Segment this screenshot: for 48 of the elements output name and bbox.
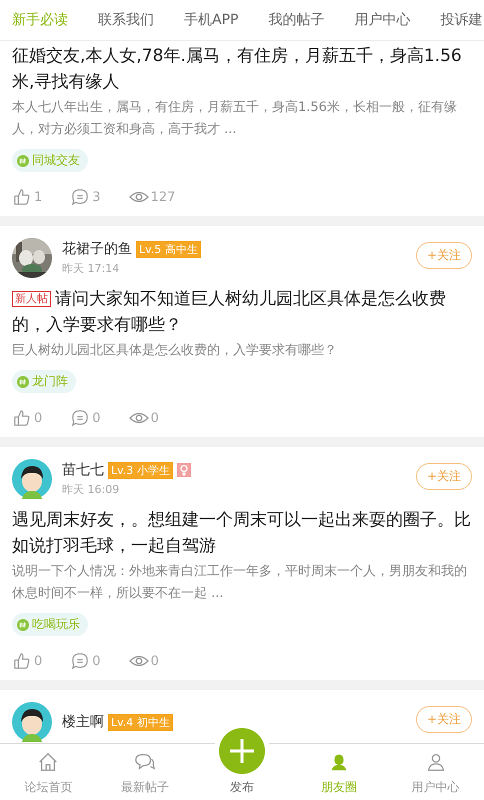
view-count: 127 <box>128 188 176 206</box>
hashtag-icon <box>17 376 29 388</box>
hashtag-icon <box>17 618 29 630</box>
author-name: 楼主啊 <box>62 713 104 731</box>
post-title[interactable]: 遇见周末好友，。想组建一个周末可以一起出来耍的圈子。比如说打羽毛球，一起自驾游 <box>12 507 472 559</box>
nav-tab[interactable]: 联系我们 <box>98 11 154 29</box>
level-badge: Lv.3 小学生 <box>108 462 173 478</box>
post-title[interactable]: 新人帖 请问大家知不知道巨人树幼儿园北区具体是怎么收费的，入学要求有哪些？ <box>12 286 472 338</box>
tab-bar-item[interactable]: 最新帖子 <box>96 744 194 800</box>
chat-bubbles-icon <box>134 751 156 773</box>
post-time: 昨天 16:09 <box>62 482 120 497</box>
like-count[interactable]: 0 <box>12 409 42 427</box>
follow-button[interactable]: +关注 <box>416 706 472 733</box>
topic-tag[interactable]: 同城交友 <box>12 149 88 172</box>
post-excerpt: 本人七八年出生，属马，有住房，月薪五千，身高1.56米，长相一般，征有缘人，对方必须工资和身高，高于我才 ... <box>12 99 458 139</box>
nav-tab[interactable]: 手机APP <box>184 11 238 29</box>
post-excerpt: 巨人树幼儿园北区具体是怎么收费的，入学要求有哪些？ <box>12 342 338 360</box>
comment-count[interactable]: 0 <box>70 409 101 427</box>
level-badge: Lv.5 高中生 <box>136 240 201 258</box>
author-name: 花裙子的鱼 <box>62 240 132 258</box>
tab-bar-item[interactable]: 论坛首页 <box>0 744 97 800</box>
avatar-icon <box>12 702 52 742</box>
view-count: 0 <box>128 409 159 427</box>
post-title[interactable]: 征婚交友,本人女,78年.属马，有住房，月薪五千，身高1.56米,寻找有缘人 <box>12 43 472 95</box>
view-count: 0 <box>128 652 159 670</box>
nav-tab[interactable]: 用户中心 <box>354 11 410 29</box>
comment-count[interactable]: 0 <box>70 652 101 670</box>
publish-button[interactable]: 发布 <box>194 720 290 800</box>
follow-button[interactable]: +关注 <box>416 463 472 490</box>
comment-count[interactable]: 3 <box>70 188 101 206</box>
level-badge: Lv.4 初中生 <box>108 714 173 730</box>
nav-tab[interactable]: 我的帖子 <box>268 11 324 29</box>
topic-tag[interactable]: 龙门阵 <box>12 370 76 393</box>
home-icon <box>37 751 60 773</box>
author-name: 苗七七 <box>62 461 104 479</box>
follow-button[interactable]: +关注 <box>416 242 472 269</box>
post-time: 昨天 17:14 <box>62 261 120 276</box>
tab-bar-item[interactable]: 朋友圈 <box>290 744 388 800</box>
post-excerpt: 说明一下个人情况：外地来青白江工作一年多，平时周末一个人，男朋友和我的休息时间不一样，所以要不在一起 ... <box>12 563 468 603</box>
topic-tag[interactable]: 吃喝玩乐 <box>12 613 88 636</box>
nav-tab[interactable]: 新手必读 <box>12 11 68 29</box>
plus-icon <box>218 728 265 774</box>
hashtag-icon <box>17 154 29 166</box>
avatar-icon <box>12 459 52 499</box>
nav-tab[interactable]: 投诉建 <box>440 11 482 29</box>
like-count[interactable]: 0 <box>12 652 42 670</box>
like-count[interactable]: 1 <box>12 188 42 206</box>
tab-bar-item[interactable]: 用户中心 <box>387 744 484 800</box>
